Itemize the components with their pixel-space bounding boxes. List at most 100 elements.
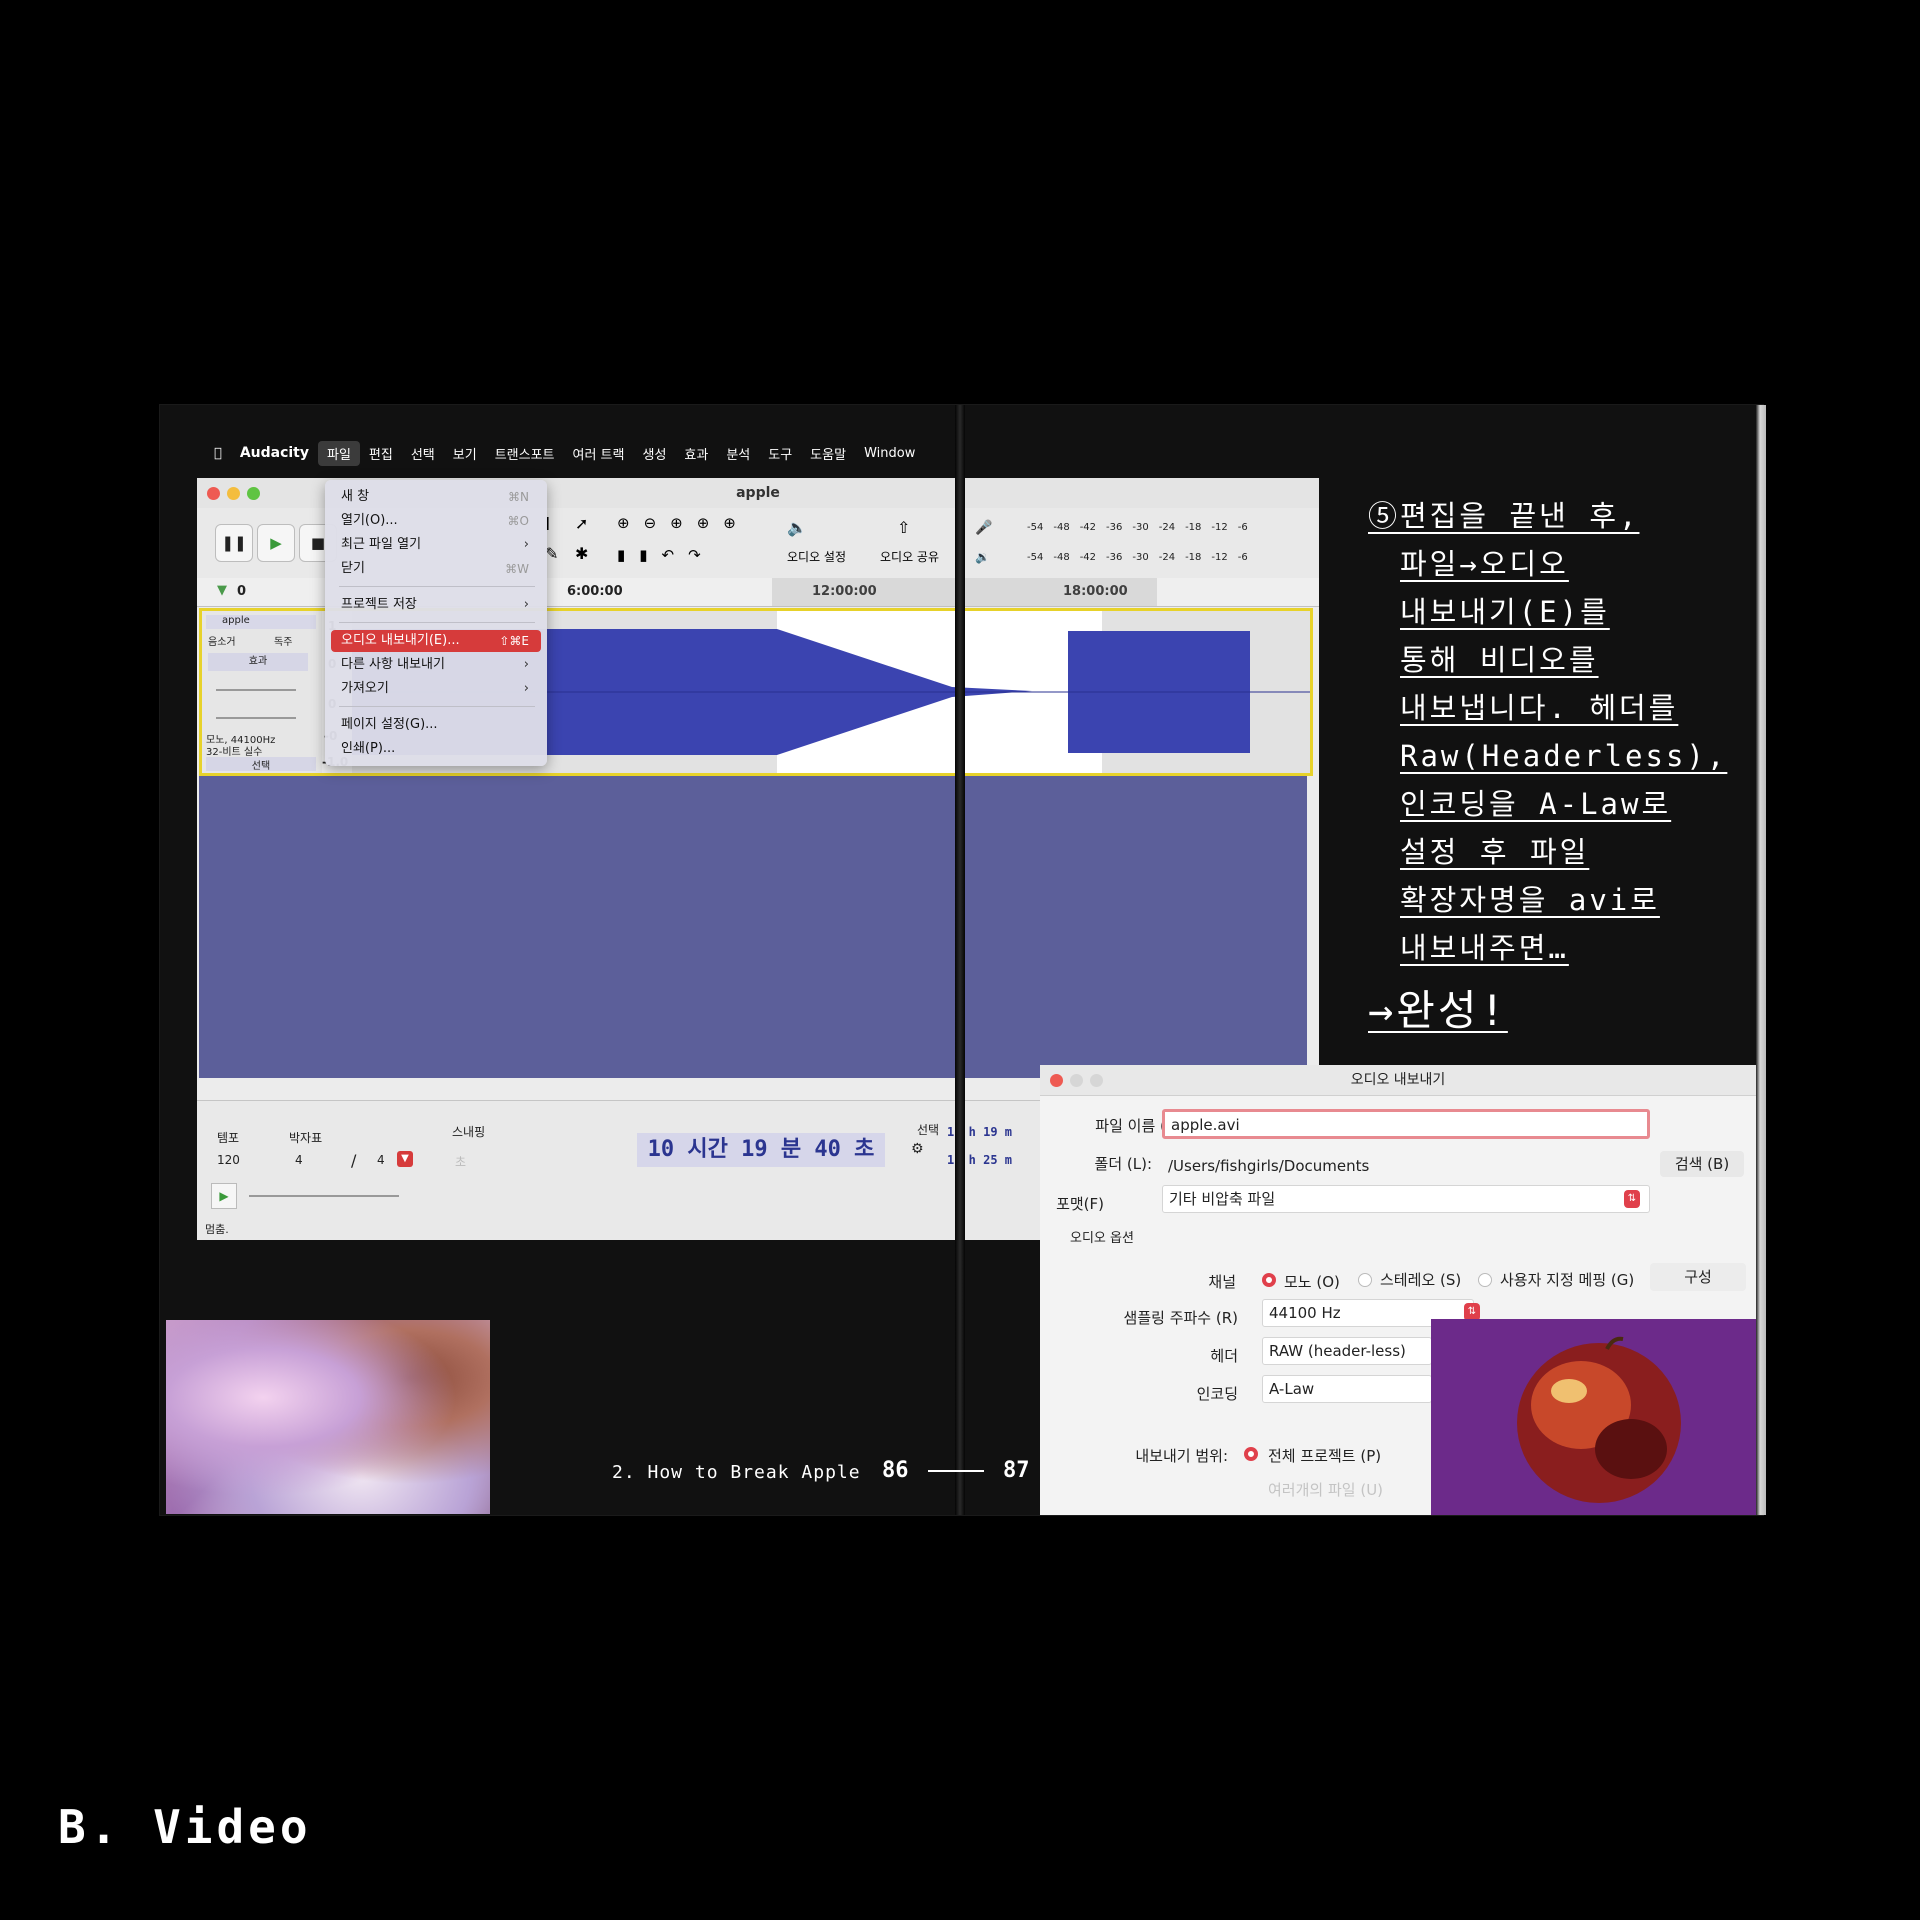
menu-item-import[interactable]: 가져오기 › xyxy=(331,678,541,700)
zoom-tools[interactable]: ⊕⊖⊕⊕⊕ xyxy=(617,514,750,532)
instruction-line: 내보냅니다. 헤더를 xyxy=(1400,691,1679,725)
play-head-icon[interactable]: ▼ xyxy=(217,583,227,598)
custom-mapping-label[interactable]: 사용자 지정 메핑 (G) xyxy=(1500,1269,1634,1290)
multi-tool-icon[interactable]: ✱ xyxy=(575,544,588,563)
speaker-meter-icon: 🔉 xyxy=(975,550,990,564)
export-range-label: 내보내기 범위: xyxy=(1135,1447,1228,1465)
beats-top-field[interactable]: 4 xyxy=(295,1153,303,1167)
track-select-button[interactable]: 선택 xyxy=(206,757,316,772)
envelope-tool-icon[interactable]: ➚ xyxy=(575,514,588,533)
audio-options-label: 오디오 옵션 xyxy=(1070,1231,1134,1246)
speaker-icon[interactable]: 🔈 xyxy=(787,518,807,537)
header-select[interactable]: RAW (header-less) xyxy=(1262,1337,1432,1365)
pan-slider[interactable] xyxy=(216,717,296,719)
menu-select[interactable]: 선택 xyxy=(402,441,444,466)
radio-custom[interactable] xyxy=(1478,1273,1492,1287)
time-display[interactable]: 10 시간 19 분 40 초 xyxy=(637,1133,885,1167)
menu-view[interactable]: 보기 xyxy=(444,441,486,466)
draw-tool-icon[interactable]: ✎ xyxy=(545,544,558,563)
menu-item-save-project[interactable]: 프로젝트 저장 › xyxy=(331,594,541,616)
play-speed-slider[interactable] xyxy=(249,1195,399,1197)
menu-item-shortcut: ⌘W xyxy=(505,562,529,576)
close-button[interactable] xyxy=(1050,1074,1063,1087)
track-name-menu[interactable]: apple xyxy=(206,615,316,629)
zoom-button xyxy=(1090,1074,1103,1087)
menu-tools[interactable]: 도구 xyxy=(759,441,801,466)
menu-item-label: 프로젝트 저장 xyxy=(341,597,417,612)
menu-window[interactable]: Window xyxy=(855,443,924,464)
beats-bottom-field[interactable]: 4 xyxy=(377,1153,385,1167)
menu-item-export-audio[interactable]: 오디오 내보내기(E)... ⇧⌘E xyxy=(331,630,541,652)
filename-input[interactable]: apple.avi xyxy=(1162,1109,1650,1139)
tempo-label: 템포 xyxy=(217,1131,240,1145)
radio-entire-project[interactable] xyxy=(1244,1447,1258,1461)
playback-meter[interactable]: -54 -48 -42 -36 -30 -24 -18 -12 -6 xyxy=(1027,552,1258,563)
flower-pixel-image xyxy=(166,1320,490,1514)
effects-button[interactable]: 효과 xyxy=(208,653,308,671)
meter-tick-label: -24 xyxy=(1158,522,1176,533)
tempo-field[interactable]: 120 xyxy=(217,1153,261,1167)
ruler-tick: 0 xyxy=(237,584,247,599)
folder-input[interactable]: /Users/fishgirls/Documents xyxy=(1168,1157,1369,1175)
menu-transport[interactable]: 트랜스포트 xyxy=(486,441,564,466)
pause-button[interactable]: ❚❚ xyxy=(215,524,253,562)
play-at-speed-button[interactable]: ▶ xyxy=(211,1183,237,1209)
stereo-label[interactable]: 스테레오 (S) xyxy=(1380,1269,1461,1290)
mono-label[interactable]: 모노 (O) xyxy=(1284,1271,1340,1292)
chevron-down-icon[interactable]: ▼ xyxy=(397,1151,413,1167)
snapping-label[interactable]: 스내핑 xyxy=(452,1123,485,1140)
menu-generate[interactable]: 생성 xyxy=(633,441,675,466)
menu-item-label: 다른 사항 내보내기 xyxy=(341,657,445,672)
menu-item-export-other[interactable]: 다른 사항 내보내기 › xyxy=(331,654,541,676)
menu-file[interactable]: 파일 xyxy=(318,440,360,466)
menu-item-recent[interactable]: 최근 파일 열기 › xyxy=(331,534,541,556)
menu-item-label: 최근 파일 열기 xyxy=(341,537,422,552)
meter-tick-label: -18 xyxy=(1185,522,1202,533)
meter-tick-label: -6 xyxy=(1237,552,1248,563)
track-info-bits: 32-비트 실수 xyxy=(206,747,263,758)
encoding-label: 인코딩 xyxy=(1196,1385,1238,1403)
radio-stereo[interactable] xyxy=(1358,1273,1372,1287)
track-control-panel: apple 음소거 독주 효과 모노, 44100Hz 32-비트 실수 선택 xyxy=(202,611,323,773)
solo-button[interactable]: 독주 xyxy=(274,633,292,648)
snapping-unit[interactable]: 초 xyxy=(455,1153,466,1170)
record-meter[interactable]: -54 -48 -42 -36 -30 -24 -18 -12 -6 xyxy=(1027,522,1258,533)
apple-icon[interactable]:  xyxy=(205,443,231,464)
audio-setup-button[interactable]: 오디오 설정 xyxy=(787,548,846,565)
share-icon[interactable]: ⇧ xyxy=(897,518,910,537)
mute-button[interactable]: 음소거 xyxy=(208,633,236,648)
meter-tick-label: -36 xyxy=(1106,552,1123,563)
apple-image xyxy=(1431,1319,1756,1515)
menu-effect[interactable]: 효과 xyxy=(675,441,717,466)
menu-help[interactable]: 도움말 xyxy=(801,441,855,466)
meter-tick-label: -30 xyxy=(1132,522,1149,533)
configure-button[interactable]: 구성 xyxy=(1650,1263,1746,1291)
menu-item-label: 새 창 xyxy=(341,489,370,504)
edit-tools[interactable]: ▮▮↶↷ xyxy=(617,546,715,564)
audio-share-button[interactable]: 오디오 공유 xyxy=(880,548,939,565)
menu-app-name[interactable]: Audacity xyxy=(231,442,318,464)
status-bar: 멈춤. xyxy=(205,1223,229,1236)
menu-tracks[interactable]: 여러 트랙 xyxy=(564,441,634,466)
browse-button[interactable]: 검색 (B) xyxy=(1660,1151,1744,1177)
menu-analyze[interactable]: 분석 xyxy=(717,441,759,466)
time-signature-label: 박자표 xyxy=(289,1131,323,1145)
menu-item-close[interactable]: 닫기 ⌘W xyxy=(331,558,541,580)
menu-item-open[interactable]: 열기(O)... ⌘O xyxy=(331,510,541,532)
menu-edit[interactable]: 편집 xyxy=(360,441,402,466)
radio-mono[interactable] xyxy=(1262,1273,1276,1287)
gain-slider[interactable] xyxy=(216,689,296,691)
play-button[interactable]: ▶ xyxy=(257,524,295,562)
select-stepper-icon[interactable]: ⇅ xyxy=(1624,1190,1640,1208)
encoding-select[interactable]: A-Law xyxy=(1262,1375,1432,1403)
gear-icon[interactable]: ⚙ xyxy=(911,1141,924,1157)
format-select[interactable]: 기타 비압축 파일 xyxy=(1162,1185,1650,1213)
menu-item-page-setup[interactable]: 페이지 설정(G)... xyxy=(331,714,541,736)
entire-project-label[interactable]: 전체 프로젝트 (P) xyxy=(1268,1445,1381,1466)
page-edge xyxy=(1756,405,1766,1515)
format-label: 포맷(F) xyxy=(1056,1195,1104,1213)
instruction-line: 파일→오디오 xyxy=(1400,547,1569,581)
menu-item-new-window[interactable]: 새 창 ⌘N xyxy=(331,486,541,508)
menu-item-print[interactable]: 인쇄(P)... xyxy=(331,738,541,760)
empty-track-area[interactable] xyxy=(199,776,1307,1078)
